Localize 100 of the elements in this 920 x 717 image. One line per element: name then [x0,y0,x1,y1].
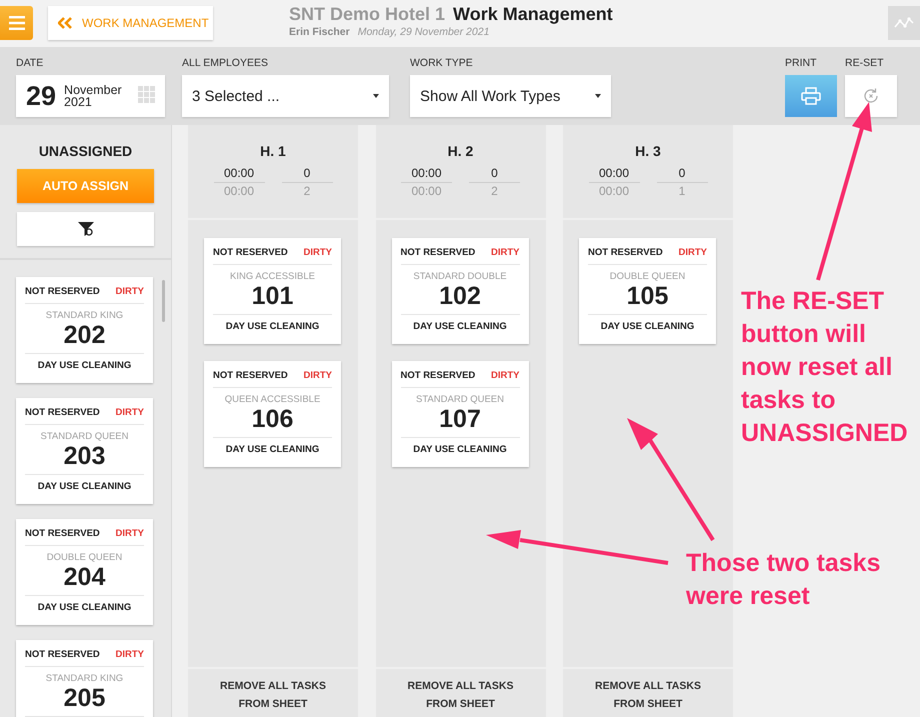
task-total: 1 [678,183,686,199]
reservation-status: NOT RESERVED [25,286,100,297]
task-name: DAY USE CLEANING [224,320,320,334]
caret-icon [595,94,601,98]
reservation-status: NOT RESERVED [213,247,288,258]
reservation-status: NOT RESERVED [213,370,288,381]
filter-button[interactable] [17,212,154,246]
time-value: 00:00 [214,166,264,183]
room-type: KING ACCESSIBLE [228,271,316,282]
column-title: H. 3 [635,143,661,159]
room-type: STANDARD DOUBLE [412,271,508,282]
filter-label: WORK TYPE [410,57,474,71]
room-number: 204 [62,563,106,591]
print-button[interactable] [785,75,837,117]
column-title: H. 1 [260,143,286,159]
task-card[interactable]: NOT RESERVED DIRTY STANDARD KING 205 [16,640,153,717]
reservation-status: NOT RESERVED [588,247,663,258]
room-status: DIRTY [116,528,144,539]
room-number: 202 [62,321,106,349]
remove-all-button[interactable]: REMOVE ALL TASKS FROM SHEET [211,677,335,713]
room-status: DIRTY [116,286,144,297]
user-name: Erin Fischer [289,26,350,38]
room-status: DIRTY [116,407,144,418]
double-chevron-icon [58,17,72,29]
column-title: UNASSIGNED [38,143,132,161]
room-number: 106 [250,405,294,433]
task-count: 0 [282,166,332,183]
task-name: DAY USE CLEANING [412,443,508,457]
caret-icon [373,94,379,98]
room-status: DIRTY [491,247,520,258]
room-type: QUEEN ACCESSIBLE [224,394,322,405]
column-title: H. 2 [448,143,474,159]
menu-button[interactable] [0,6,33,40]
line-chart-icon [894,17,914,29]
page-title: Work Management [453,4,613,24]
task-name: DAY USE CLEANING [36,359,132,373]
day-number: 29 [26,80,56,112]
task-card[interactable]: NOT RESERVED DIRTY STANDARD DOUBLE 102 DAY USE CLEANING [392,238,528,344]
room-status: DIRTY [304,370,332,381]
room-type: DOUBLE QUEEN [46,552,124,563]
reset-button[interactable] [845,75,897,117]
filter-label: DATE [16,57,44,71]
reservation-status: NOT RESERVED [25,649,100,660]
room-type: DOUBLE QUEEN [608,271,686,282]
room-number: 203 [62,442,106,470]
task-card[interactable]: NOT RESERVED DIRTY DOUBLE QUEEN 204 DAY USE CLEANING [16,519,153,625]
room-status: DIRTY [304,247,332,258]
dropdown[interactable]: Show All Work Types [410,75,611,117]
room-number: 102 [438,282,482,310]
task-total: 2 [304,183,310,199]
room-type: STANDARD KING [44,310,124,321]
task-card[interactable]: NOT RESERVED DIRTY QUEEN ACCESSIBLE 106 DAY USE CLEANING [204,361,341,467]
task-card[interactable]: NOT RESERVED DIRTY KING ACCESSIBLE 101 DAY USE CLEANING [204,238,341,344]
reservation-status: NOT RESERVED [400,247,476,258]
room-number: 205 [62,684,106,712]
reservation-status: NOT RESERVED [25,528,100,539]
room-number: 101 [250,282,294,310]
reset-icon [862,87,880,105]
month: November [64,84,122,96]
remove-all-button[interactable]: REMOVE ALL TASKS FROM SHEET [398,677,522,713]
hotel-name: SNT Demo Hotel 1 [289,4,446,24]
time-total: 00:00 [598,183,630,199]
room-status: DIRTY [491,370,520,381]
task-name: DAY USE CLEANING [412,320,508,334]
task-card[interactable]: NOT RESERVED DIRTY DOUBLE QUEEN 105 DAY USE CLEANING [579,238,716,344]
calendar-grid-icon [138,86,155,102]
task-count: 0 [469,166,520,183]
remove-all-button[interactable]: REMOVE ALL TASKS FROM SHEET [586,677,710,713]
filter-label: PRINT [785,57,818,71]
reservation-status: NOT RESERVED [25,407,100,418]
task-card[interactable]: NOT RESERVED DIRTY STANDARD QUEEN 107 DAY USE CLEANING [392,361,528,467]
reservation-status: NOT RESERVED [400,370,476,381]
time-total: 00:00 [411,183,442,199]
task-name: DAY USE CLEANING [36,480,132,494]
annotation-text: Those two tasks were reset [686,548,882,612]
task-name: DAY USE CLEANING [224,443,320,457]
funnel-icon [78,221,94,237]
time-value: 00:00 [588,166,640,183]
annotation-text: The RE-SET button will now reset all tasks to UNASSIGNED [741,286,909,449]
scrollbar[interactable] [162,280,165,322]
room-number: 105 [626,282,670,310]
task-count: 0 [656,166,708,183]
room-status: DIRTY [116,649,144,660]
task-card[interactable]: NOT RESERVED DIRTY STANDARD KING 202 DAY USE CLEANING [16,277,153,383]
task-total: 2 [491,183,498,199]
time-value: 00:00 [401,166,452,183]
task-card[interactable]: NOT RESERVED DIRTY STANDARD QUEEN 203 DAY USE CLEANING [16,398,153,504]
room-type: STANDARD QUEEN [40,431,130,442]
filter-label: RE-SET [845,57,885,71]
room-type: STANDARD KING [44,673,124,684]
current-date: Monday, 29 November 2021 [358,26,490,38]
dropdown[interactable]: 3 Selected ... [182,75,389,117]
room-number: 107 [438,405,482,433]
room-status: DIRTY [678,247,707,258]
room-type: STANDARD QUEEN [415,394,505,405]
task-name: DAY USE CLEANING [600,320,696,334]
task-name: DAY USE CLEANING [36,601,132,615]
year: 2021 [64,96,93,108]
filter-label: ALL EMPLOYEES [182,57,269,71]
time-total: 00:00 [224,183,254,199]
